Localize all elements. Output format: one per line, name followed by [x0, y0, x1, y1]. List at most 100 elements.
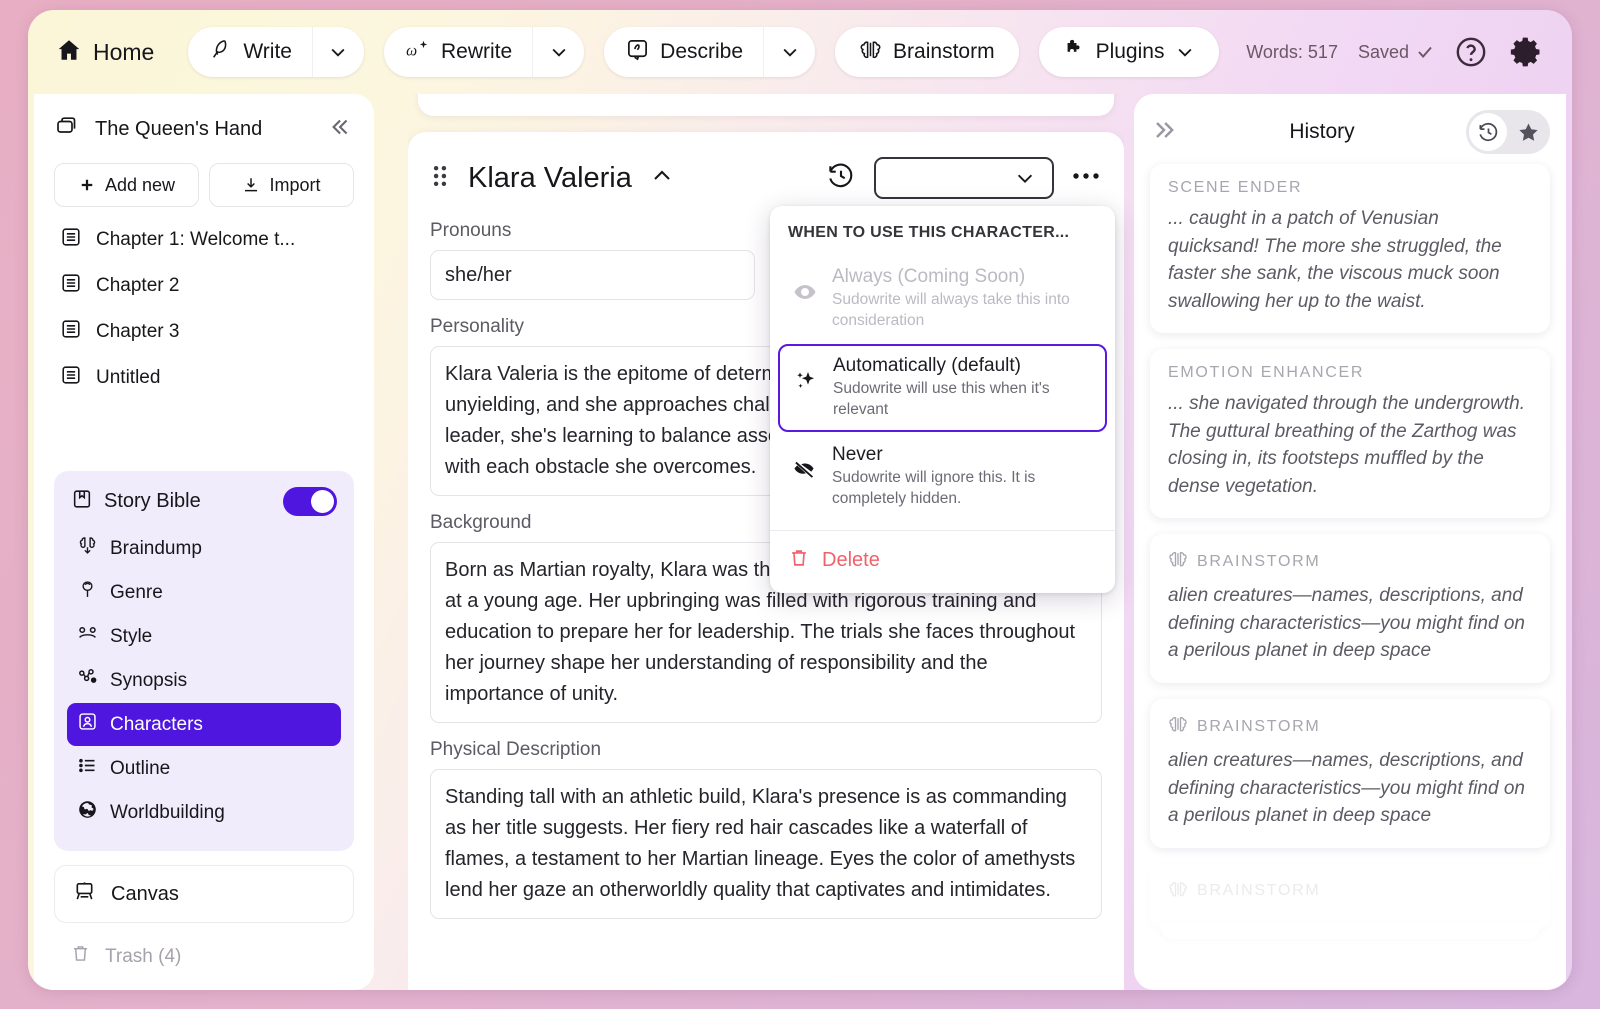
- import-button[interactable]: Import: [209, 163, 354, 207]
- list-item[interactable]: BRAINSTORM: [1150, 863, 1550, 939]
- sidebar-item-label: Worldbuilding: [110, 801, 225, 823]
- sidebar-actions: Add new Import: [54, 163, 354, 207]
- person-icon: [77, 711, 98, 738]
- sidebar-item-label: Synopsis: [110, 669, 188, 691]
- sidebar-item-label: Characters: [110, 713, 203, 735]
- canvas-label: Canvas: [111, 882, 179, 905]
- history-card-text: ... caught in a patch of Venusian quicks…: [1168, 208, 1502, 312]
- plugins-button[interactable]: Plugins: [1039, 27, 1220, 77]
- style-icon: [77, 623, 98, 650]
- check-icon: [1418, 46, 1432, 58]
- page-title: Klara Valeria: [468, 161, 632, 194]
- brain-icon: [1168, 714, 1188, 739]
- history-card-kind: EMOTION ENHANCER: [1168, 364, 1365, 382]
- list-item[interactable]: SCENE ENDER ... caught in a patch of Ven…: [1150, 164, 1550, 343]
- left-sidebar: The Queen's Hand Add new Import Chapter …: [34, 94, 374, 990]
- story-bible-panel: Story Bible Braindump Genre Style Synops…: [54, 471, 354, 851]
- delete-character-button[interactable]: Delete: [770, 531, 1115, 593]
- collapse-character-button[interactable]: [650, 164, 674, 193]
- home-button[interactable]: Home: [50, 31, 168, 74]
- expand-history-button[interactable]: [1150, 116, 1178, 149]
- star-icon: [1518, 122, 1538, 141]
- list-item[interactable]: Untitled: [54, 355, 354, 401]
- sidebar-item-braindump[interactable]: Braindump: [67, 527, 341, 570]
- delete-label: Delete: [822, 549, 880, 572]
- sidebar-item-label: Braindump: [110, 537, 202, 559]
- settings-button[interactable]: [1508, 34, 1544, 70]
- svg-text:ω: ω: [406, 42, 417, 59]
- physical-description-field: Physical Description Standing tall with …: [430, 739, 1102, 919]
- write-dropdown-toggle[interactable]: [311, 27, 364, 77]
- history-card-kind: BRAINSTORM: [1168, 714, 1532, 739]
- sidebar-item-worldbuilding[interactable]: Worldbuilding: [67, 791, 341, 834]
- previous-character-card[interactable]: [418, 94, 1114, 116]
- eye-off-icon: [792, 444, 818, 482]
- describe-icon: [626, 38, 649, 67]
- pronouns-input[interactable]: she/her: [430, 250, 755, 300]
- trash-button[interactable]: Trash (4): [54, 929, 354, 990]
- describe-label: Describe: [660, 40, 744, 63]
- trash-icon: [70, 943, 91, 970]
- list-item[interactable]: BRAINSTORM alien creatures—names, descri…: [1150, 699, 1550, 857]
- chevron-down-icon: [1017, 174, 1033, 184]
- sidebar-item-outline[interactable]: Outline: [67, 747, 341, 790]
- describe-button-group: Describe: [604, 27, 816, 77]
- list-item[interactable]: Chapter 2: [54, 263, 354, 309]
- character-history-button[interactable]: [826, 161, 856, 196]
- menu-item-never[interactable]: Never Sudowrite will ignore this. It is …: [778, 434, 1107, 520]
- app-window: Home Write ω Rewrite Describe Brainstorm…: [28, 10, 1572, 990]
- rewrite-label: Rewrite: [440, 40, 513, 63]
- history-card-kind: SCENE ENDER: [1168, 179, 1303, 196]
- document-icon: [60, 272, 82, 300]
- physical-description-textarea[interactable]: Standing tall with an athletic build, Kl…: [430, 769, 1102, 919]
- help-button[interactable]: [1454, 35, 1488, 69]
- menu-item-automatically[interactable]: Automatically (default) Sudowrite will u…: [778, 343, 1107, 432]
- document-icon: [60, 364, 82, 392]
- story-bible-title: Story Bible: [104, 490, 201, 512]
- tab-history[interactable]: [1469, 113, 1507, 151]
- sidebar-item-label: Style: [110, 625, 153, 647]
- brain-icon: [859, 38, 882, 67]
- history-card-text: alien creatures—names, descriptions, and…: [1168, 750, 1525, 827]
- list-item[interactable]: EMOTION ENHANCER ... she navigated throu…: [1150, 349, 1550, 528]
- document-list: Chapter 1: Welcome t... Chapter 2 Chapte…: [54, 217, 354, 401]
- list-item[interactable]: Chapter 3: [54, 309, 354, 355]
- rewrite-dropdown-toggle[interactable]: [532, 27, 584, 77]
- write-button-group: Write: [188, 27, 364, 77]
- history-card-text: ... she navigated through the undergrowt…: [1168, 393, 1526, 497]
- sidebar-item-label: Genre: [110, 581, 163, 603]
- list-item[interactable]: Chapter 1: Welcome t...: [54, 217, 354, 263]
- home-label: Home: [93, 38, 155, 65]
- tab-starred[interactable]: [1509, 113, 1547, 151]
- sparkle-icon: [793, 355, 819, 393]
- project-header[interactable]: The Queen's Hand: [54, 108, 354, 151]
- describe-dropdown-toggle[interactable]: [763, 27, 815, 77]
- brain-icon: [1168, 549, 1188, 574]
- character-scope-select[interactable]: [874, 157, 1054, 199]
- canvas-button[interactable]: Canvas: [54, 865, 354, 923]
- braindump-icon: [77, 535, 98, 562]
- menu-item-text-group: Automatically (default) Sudowrite will u…: [833, 355, 1092, 421]
- sidebar-item-genre[interactable]: Genre: [67, 571, 341, 614]
- project-name: The Queen's Hand: [95, 118, 263, 140]
- write-button[interactable]: Write: [188, 27, 312, 77]
- toolbar-status-group: Words: 517 Saved: [1246, 34, 1550, 70]
- sidebar-item-characters[interactable]: Characters: [67, 703, 341, 746]
- story-bible-toggle[interactable]: [283, 487, 337, 516]
- drag-handle-icon[interactable]: [430, 163, 450, 194]
- sidebar-item-synopsis[interactable]: Synopsis: [67, 659, 341, 702]
- brainstorm-button[interactable]: Brainstorm: [835, 27, 1019, 77]
- sidebar-item-style[interactable]: Style: [67, 615, 341, 658]
- describe-button[interactable]: Describe: [604, 27, 763, 77]
- rewrite-button[interactable]: ω Rewrite: [384, 27, 532, 77]
- chevron-down-icon: [783, 48, 797, 57]
- add-new-button[interactable]: Add new: [54, 163, 199, 207]
- menu-item-title: Automatically (default): [833, 354, 1021, 376]
- history-panel: History SCENE ENDER ... caught in a patc…: [1134, 94, 1566, 990]
- list-item[interactable]: BRAINSTORM alien creatures—names, descri…: [1150, 534, 1550, 692]
- eye-icon: [792, 266, 818, 304]
- pronouns-label: Pronouns: [430, 220, 512, 241]
- menu-item-always[interactable]: Always (Coming Soon) Sudowrite will alwa…: [778, 256, 1107, 342]
- character-more-button[interactable]: [1072, 169, 1102, 187]
- collapse-sidebar-button[interactable]: [326, 114, 352, 145]
